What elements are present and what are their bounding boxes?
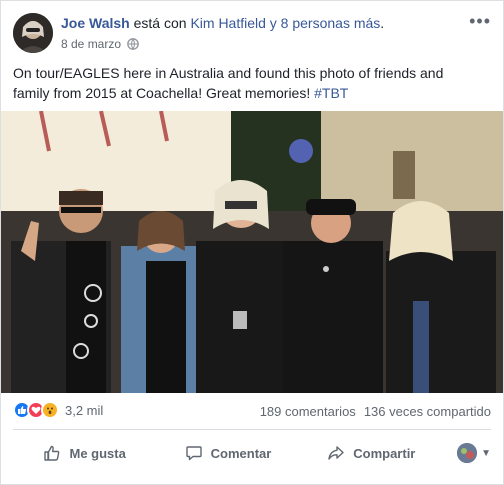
engagement-counts: 189 comentarios 136 veces compartido <box>260 404 491 419</box>
post-header-line: Joe Walsh está con Kim Hatfield y 8 pers… <box>61 15 384 31</box>
post-card: Joe Walsh está con Kim Hatfield y 8 pers… <box>0 0 504 485</box>
comment-label: Comentar <box>210 445 272 461</box>
wow-reaction-icon <box>41 401 59 419</box>
hashtag-link[interactable]: #TBT <box>314 85 348 101</box>
globe-icon[interactable] <box>127 38 139 50</box>
post-header: Joe Walsh está con Kim Hatfield y 8 pers… <box>13 11 491 57</box>
post-meta: 8 de marzo <box>61 37 139 51</box>
post-photo[interactable] <box>1 111 503 393</box>
author-name[interactable]: Joe Walsh <box>61 15 130 31</box>
like-button[interactable]: Me gusta <box>13 437 156 469</box>
shares-count[interactable]: 136 veces compartido <box>364 404 491 419</box>
comment-button[interactable]: Comentar <box>156 437 299 469</box>
post-text: On tour/EAGLES here in Australia and fou… <box>13 63 483 103</box>
tagged-people-link[interactable]: Kim Hatfield y 8 personas más <box>190 15 380 31</box>
comments-count[interactable]: 189 comentarios <box>260 404 356 419</box>
post-body: On tour/EAGLES here in Australia and fou… <box>13 65 444 101</box>
post-as-selector[interactable]: ▼ <box>443 443 491 463</box>
viewer-avatar <box>457 443 478 463</box>
post-actions: Me gusta Comentar Compartir ▼ <box>13 434 491 472</box>
share-label: Compartir <box>353 445 416 461</box>
share-button[interactable]: Compartir <box>300 437 443 469</box>
with-text: está con <box>129 15 191 31</box>
reaction-count[interactable]: 3,2 mil <box>65 403 103 418</box>
thumbs-up-icon <box>44 445 60 461</box>
comment-icon <box>185 446 202 461</box>
reactions-summary[interactable]: 3,2 mil <box>13 401 103 419</box>
post-date[interactable]: 8 de marzo <box>61 37 121 51</box>
post-stats: 3,2 mil 189 comentarios 136 veces compar… <box>13 397 491 425</box>
more-icon[interactable]: ••• <box>469 11 491 32</box>
divider <box>13 429 491 430</box>
share-icon <box>328 446 344 460</box>
chevron-down-icon: ▼ <box>481 447 491 459</box>
like-label: Me gusta <box>69 445 126 461</box>
author-avatar[interactable] <box>13 13 53 53</box>
tagged-suffix: . <box>380 15 385 31</box>
